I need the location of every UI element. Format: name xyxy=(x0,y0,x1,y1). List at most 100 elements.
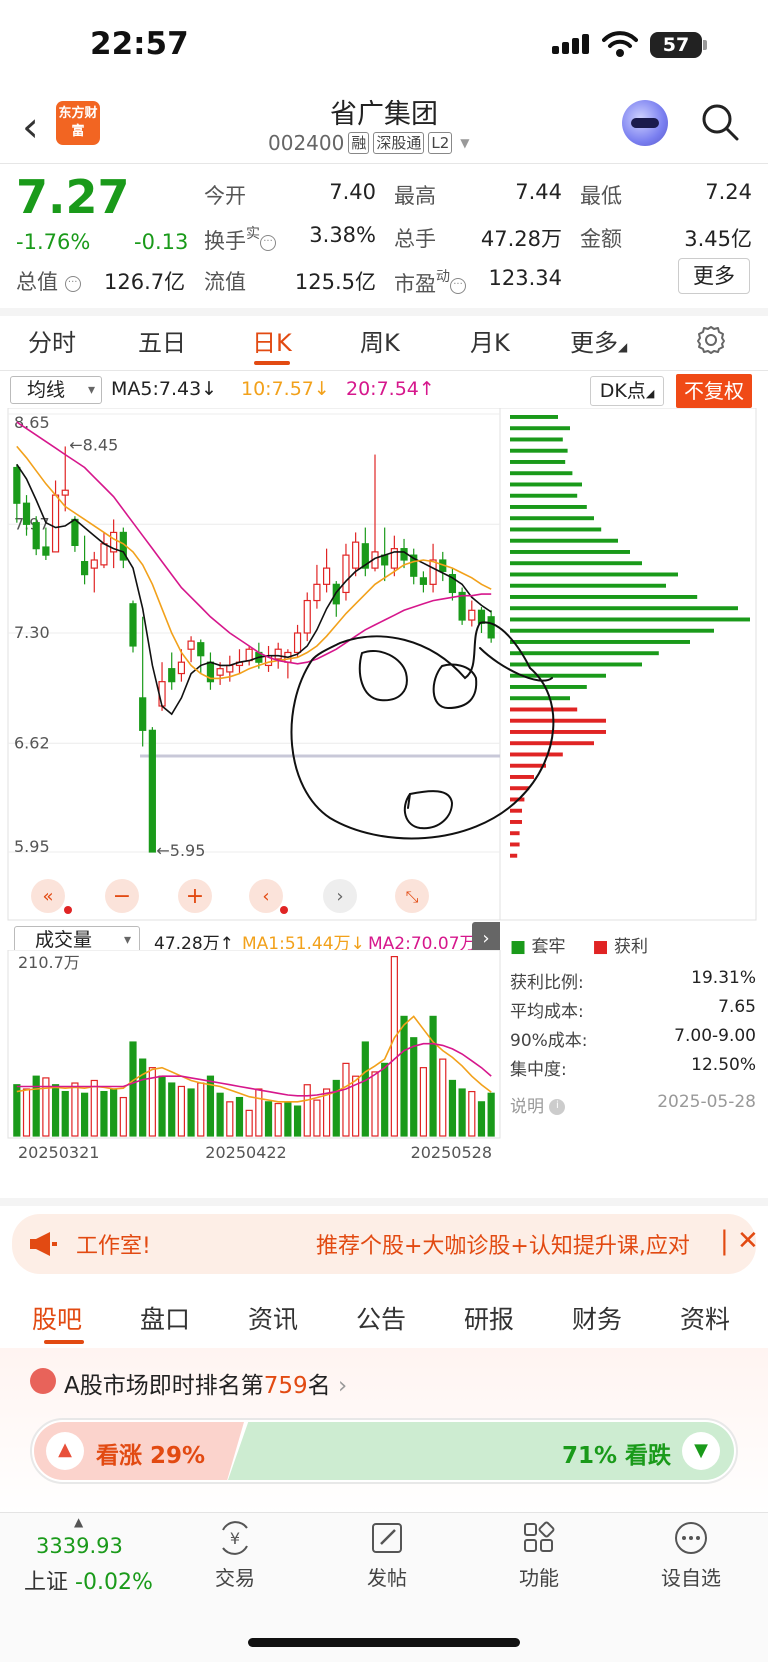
candle-body xyxy=(303,599,311,634)
candle-body xyxy=(313,583,321,602)
change-amount: -0.13 xyxy=(134,230,189,254)
y-tick-label: 8.65 xyxy=(14,413,50,432)
tab-daily-k[interactable]: 日K xyxy=(252,323,292,358)
candle-body xyxy=(100,543,108,566)
index-name[interactable]: 上证 -0.02% xyxy=(24,1564,153,1596)
tab-research[interactable]: 研报 xyxy=(464,1300,514,1336)
chip-bar xyxy=(510,752,563,757)
candle-body xyxy=(71,518,79,546)
candle-body xyxy=(216,668,224,676)
chip-bar xyxy=(510,538,618,543)
battery-icon: 57 xyxy=(650,32,702,58)
adjust-toggle-button[interactable]: 不复权 xyxy=(676,374,752,408)
tab-guba[interactable]: 股吧 xyxy=(32,1300,82,1336)
label-open: 今开 xyxy=(204,184,246,208)
tag-connect: 深股通 xyxy=(373,132,425,154)
value-open: 7.40 xyxy=(329,180,376,204)
wifi-icon xyxy=(602,31,638,57)
tab-five-day[interactable]: 五日 xyxy=(138,323,186,358)
candle-body xyxy=(13,466,21,504)
nav-trade[interactable]: ¥ 交易 xyxy=(180,1520,290,1591)
candle-body xyxy=(90,559,98,569)
volume-bar xyxy=(100,1090,108,1137)
label-low: 最低 xyxy=(580,184,622,208)
volume-bar xyxy=(226,1101,234,1137)
divider xyxy=(0,308,768,316)
chip-bar xyxy=(510,831,520,836)
tag-margin: 融 xyxy=(348,132,370,154)
chip-bar xyxy=(510,460,566,464)
divider xyxy=(0,1198,768,1206)
value-volume: 47.28万 xyxy=(480,227,562,251)
stock-code-line[interactable]: 002400 融 深股通 L2 ▼ xyxy=(268,131,470,155)
label-turnover: 换手实 ··· xyxy=(204,223,276,255)
chip-bar xyxy=(510,651,659,656)
svg-text:¥: ¥ xyxy=(230,1529,240,1548)
candle-body xyxy=(352,541,360,569)
close-icon[interactable]: | ✕ xyxy=(720,1226,759,1256)
chevron-left-icon: ‹ xyxy=(262,886,269,907)
volume-bar xyxy=(410,1037,418,1137)
volume-bar xyxy=(264,1101,273,1137)
chip-bar xyxy=(510,527,602,532)
volume-bar xyxy=(235,1096,244,1137)
grid-icon xyxy=(524,1521,555,1552)
candle-body xyxy=(477,609,486,624)
ma5-value: MA5:7.43↓ xyxy=(111,378,218,400)
tag-l2: L2 xyxy=(428,132,453,154)
candle-body xyxy=(168,668,176,683)
chip-bar xyxy=(510,595,698,599)
more-quote-button[interactable]: 更多 xyxy=(678,258,750,294)
nav-post[interactable]: 发帖 xyxy=(332,1520,442,1591)
tab-announcements[interactable]: 公告 xyxy=(356,1300,406,1336)
candle-body xyxy=(226,664,234,673)
chips-legend: ■ 套牢 ■ 获利 xyxy=(510,937,648,957)
tab-intraday[interactable]: 分时 xyxy=(28,323,76,358)
market-rank[interactable]: A股市场即时排名第759名 › xyxy=(64,1366,347,1400)
candlestick-chart[interactable]: 8.657.977.306.625.95 ←8.45←5.95 « − + ‹ … xyxy=(0,408,768,926)
volume-bar xyxy=(255,1088,263,1137)
tab-more[interactable]: 更多◢ xyxy=(570,323,627,358)
chip-bar xyxy=(510,415,558,419)
candle-body xyxy=(61,489,69,496)
chip-bar xyxy=(510,685,587,689)
dk-point-button[interactable]: DK点◢ xyxy=(590,376,664,406)
settings-gear-icon[interactable] xyxy=(696,325,726,355)
triangle-down-icon[interactable]: ▼ xyxy=(682,1432,720,1470)
vote-down-label[interactable]: 71% 看跌 xyxy=(562,1436,671,1470)
tab-monthly-k[interactable]: 月K xyxy=(470,323,510,358)
nav-functions[interactable]: 功能 xyxy=(484,1520,594,1591)
yen-cycle-icon: ¥ xyxy=(222,1521,248,1555)
candle-body xyxy=(32,522,40,550)
search-icon[interactable] xyxy=(700,102,740,142)
indicator-select[interactable]: 均线 xyxy=(10,376,102,404)
volume-bar xyxy=(468,1090,476,1137)
volume-bar xyxy=(158,1075,166,1137)
triangle-up-icon[interactable]: ▲ xyxy=(46,1432,84,1470)
chips-note[interactable]: 说明 i 2025-05-28 xyxy=(510,1092,756,1117)
volume-bar xyxy=(71,1082,79,1137)
chip-bar xyxy=(510,471,573,476)
chip-bar xyxy=(510,707,578,712)
volume-bar xyxy=(448,1079,457,1137)
value-pe: 123.34 xyxy=(488,266,562,290)
tab-finance[interactable]: 财务 xyxy=(572,1300,622,1336)
nav-watchlist[interactable]: 设自选 xyxy=(636,1520,746,1591)
megaphone-icon xyxy=(30,1232,57,1256)
tab-news[interactable]: 资讯 xyxy=(248,1300,298,1336)
vote-up-label[interactable]: 看涨 29% xyxy=(96,1436,205,1470)
robot-assistant-icon[interactable] xyxy=(622,100,668,146)
high-annotation: ←8.45 xyxy=(69,435,118,454)
volume-bar xyxy=(274,1102,282,1137)
chip-bar xyxy=(510,696,570,701)
tab-pankou[interactable]: 盘口 xyxy=(140,1300,190,1336)
tab-weekly-k[interactable]: 周K xyxy=(360,323,400,358)
index-value[interactable]: 3339.93 xyxy=(36,1534,123,1558)
value-low: 7.24 xyxy=(705,180,752,204)
candle-body xyxy=(429,559,437,585)
tab-profile[interactable]: 资料 xyxy=(680,1300,730,1336)
volume-bar xyxy=(177,1085,186,1137)
candle-body xyxy=(129,603,137,647)
ma20-value: 20:7.54↑ xyxy=(346,378,435,400)
candle-body xyxy=(187,640,195,650)
